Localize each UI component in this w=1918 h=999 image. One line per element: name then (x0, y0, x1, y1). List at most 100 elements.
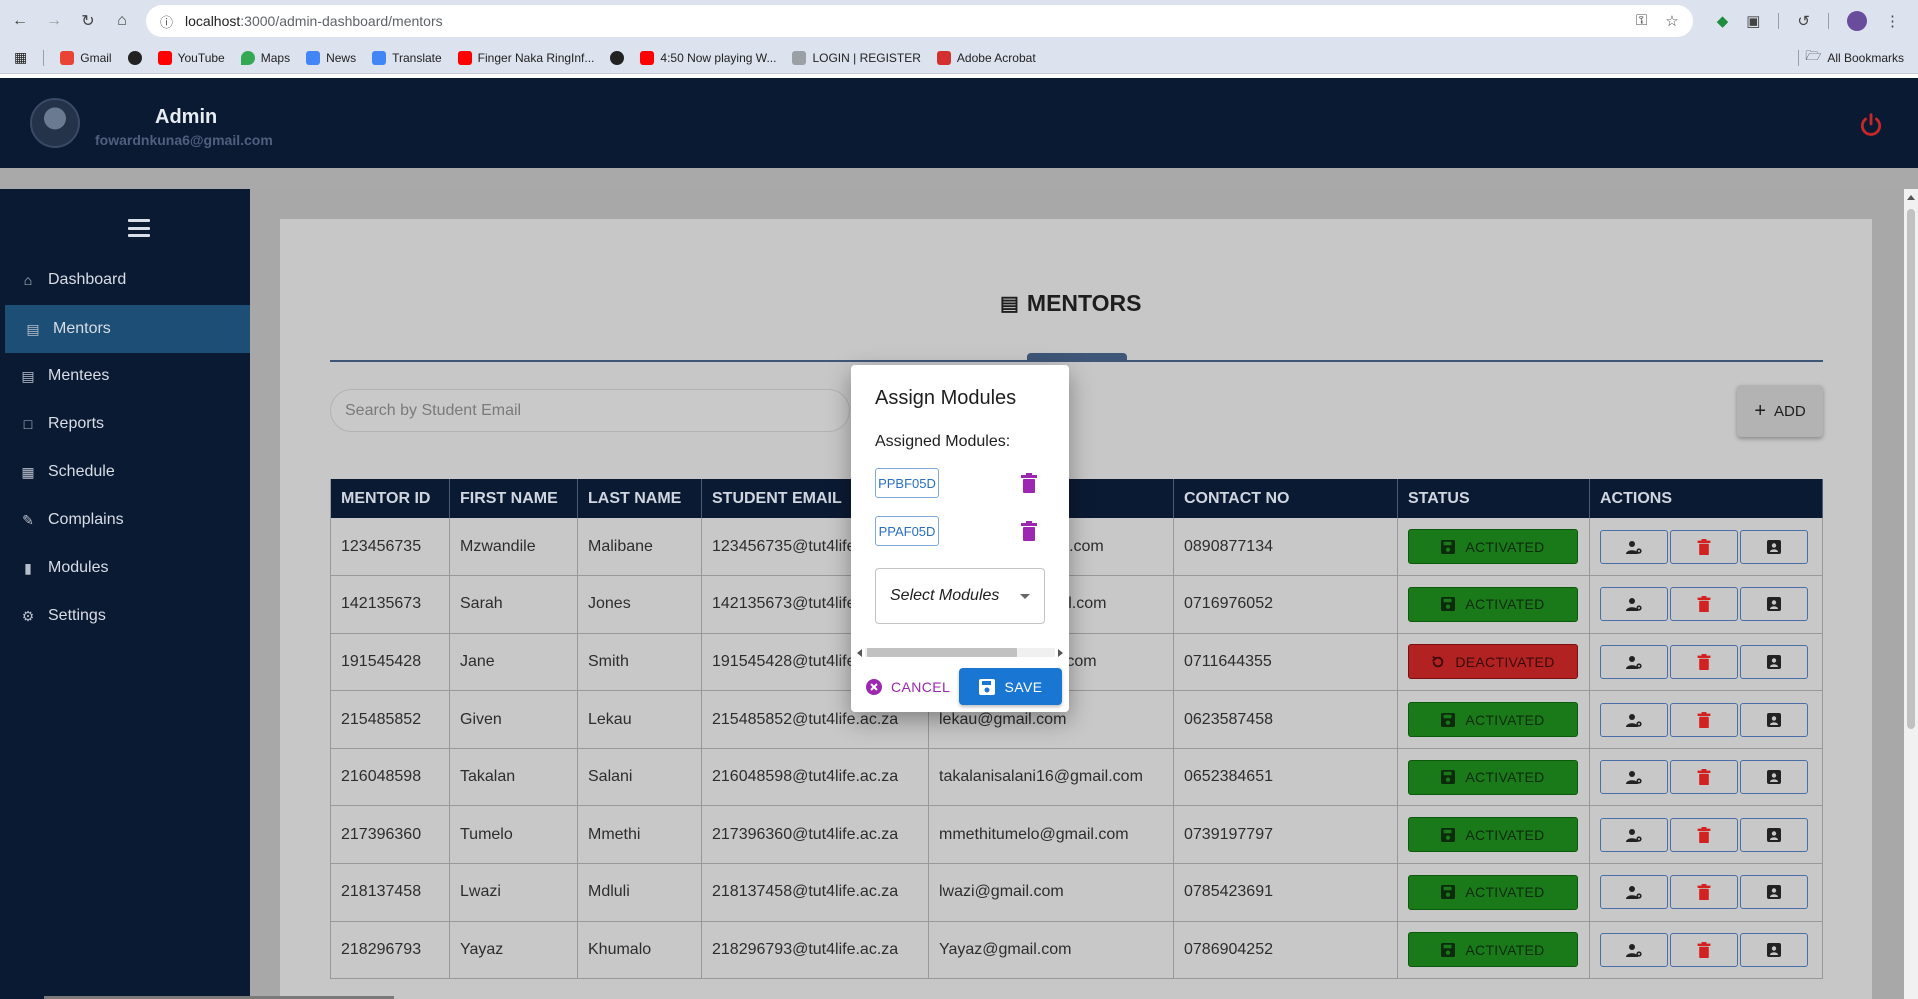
bookmark[interactable]: 4:50 Now playing W... (640, 50, 776, 65)
status-button[interactable]: ACTIVATED (1408, 874, 1578, 910)
assign-modules-button[interactable] (1600, 702, 1668, 737)
delete-button[interactable] (1670, 529, 1738, 564)
add-button[interactable]: + ADD (1737, 385, 1823, 437)
save-icon (1441, 712, 1456, 727)
assign-modules-button[interactable] (1600, 529, 1668, 564)
power-icon[interactable] (1858, 112, 1884, 138)
sidebar-item-reports[interactable]: □ Reports (0, 400, 250, 448)
horizontal-scrollbar[interactable] (855, 644, 1065, 660)
apps-icon[interactable]: ▦ (14, 49, 27, 66)
bookmark[interactable]: Finger Naka RingInf... (457, 50, 594, 65)
assign-modules-button[interactable] (1600, 644, 1668, 679)
site-info-icon[interactable]: ⓘ (160, 12, 173, 31)
column-header[interactable]: FIRST NAME (449, 479, 578, 518)
status-button[interactable]: ACTIVATED (1408, 932, 1578, 968)
reload-icon[interactable]: ↻ (78, 11, 98, 31)
assign-modules-button[interactable] (1600, 587, 1668, 622)
home-icon[interactable]: ⌂ (112, 11, 132, 31)
delete-button[interactable] (1670, 760, 1738, 795)
sidebar-item-schedule[interactable]: ▦ Schedule (0, 448, 250, 496)
search-input[interactable] (330, 389, 850, 432)
status-button[interactable]: ACTIVATED (1408, 586, 1578, 622)
view-profile-button[interactable] (1740, 760, 1808, 795)
module-chip[interactable]: PPBF05D (875, 468, 939, 498)
module-chip[interactable]: PPAF05D (875, 516, 939, 546)
assign-modules-button[interactable] (1600, 760, 1668, 795)
delete-button[interactable] (1670, 702, 1738, 737)
trash-icon[interactable] (1021, 473, 1037, 493)
key-icon[interactable]: ⚿ (1636, 12, 1647, 30)
bookmark[interactable]: News (306, 50, 356, 65)
view-profile-button[interactable] (1740, 587, 1808, 622)
column-header[interactable]: ACTIONS (1589, 479, 1823, 518)
sidebar-item-modules[interactable]: ▮ Modules (0, 544, 250, 592)
select-modules-dropdown[interactable]: Select Modules (875, 568, 1045, 624)
forward-icon[interactable]: → (44, 11, 64, 31)
youtube-icon (157, 50, 172, 65)
table-cell-student-email: 218137458@tut4life.ac.za (701, 863, 929, 922)
delete-button[interactable] (1670, 932, 1738, 967)
bookmark[interactable] (610, 50, 625, 65)
table-cell-last: Malibane (577, 518, 702, 577)
sidebar-item-complains[interactable]: ✎ Complains (0, 496, 250, 544)
column-header[interactable]: MENTOR ID (330, 479, 450, 518)
menu-icon[interactable]: ⋮ (1885, 12, 1900, 30)
scroll-right-icon[interactable] (1058, 649, 1063, 657)
hamburger-icon[interactable] (128, 219, 150, 237)
bookmark[interactable]: Gmail (60, 50, 112, 65)
assign-modules-button[interactable] (1600, 817, 1668, 852)
star-icon[interactable]: ☆ (1665, 12, 1678, 30)
status-button[interactable]: ACTIVATED (1408, 529, 1578, 565)
bookmark[interactable]: Translate (372, 50, 442, 65)
delete-button[interactable] (1670, 875, 1738, 910)
delete-button[interactable] (1670, 817, 1738, 852)
view-profile-button[interactable] (1740, 875, 1808, 910)
bookmark[interactable]: LOGIN | REGISTER (792, 50, 921, 65)
column-header[interactable]: LAST NAME (577, 479, 702, 518)
sidebar-item-settings[interactable]: ⚙ Settings (0, 592, 250, 640)
save-button[interactable]: SAVE (959, 668, 1062, 705)
status-button[interactable]: DEACTIVATED (1408, 644, 1578, 680)
view-profile-button[interactable] (1740, 644, 1808, 679)
bookmark[interactable]: Adobe Acrobat (936, 50, 1036, 65)
delete-button[interactable] (1670, 587, 1738, 622)
column-header[interactable]: CONTACT NO (1173, 479, 1398, 518)
bookmark[interactable]: Maps (240, 50, 290, 65)
shield-icon[interactable]: ◆ (1717, 12, 1729, 30)
view-profile-button[interactable] (1740, 932, 1808, 967)
assign-modules-button[interactable] (1600, 875, 1668, 910)
delete-button[interactable] (1670, 644, 1738, 679)
scroll-left-icon[interactable] (857, 649, 862, 657)
status-button[interactable]: ACTIVATED (1408, 702, 1578, 738)
title-divider (330, 360, 1823, 362)
sidebar-item-mentors[interactable]: ▤ Mentors (5, 305, 250, 353)
view-profile-button[interactable] (1740, 529, 1808, 564)
scroll-thumb[interactable] (867, 648, 1017, 657)
status-button[interactable]: ACTIVATED (1408, 759, 1578, 795)
history-icon[interactable]: ↺ (1797, 12, 1810, 30)
save-icon (1441, 942, 1456, 957)
assign-modules-button[interactable] (1600, 932, 1668, 967)
all-bookmarks[interactable]: 🗁 All Bookmarks (1798, 47, 1904, 69)
sidebar-item-dashboard[interactable]: ⌂ Dashboard (0, 256, 250, 304)
cancel-button[interactable]: CANCEL (859, 669, 956, 705)
back-icon[interactable]: ← (10, 11, 30, 31)
scroll-thumb[interactable] (1907, 209, 1915, 729)
column-header[interactable]: STATUS (1397, 479, 1590, 518)
bookmark[interactable] (127, 50, 142, 65)
view-profile-button[interactable] (1740, 817, 1808, 852)
scroll-up-icon[interactable] (1907, 195, 1915, 200)
view-profile-button[interactable] (1740, 702, 1808, 737)
status-button[interactable]: ACTIVATED (1408, 817, 1578, 853)
address-bar[interactable]: ⓘ localhost:3000/admin-dashboard/mentors… (146, 5, 1693, 37)
bookmark[interactable]: YouTube (157, 50, 225, 65)
id-badge-icon (1766, 942, 1782, 958)
status-label: ACTIVATED (1465, 884, 1545, 901)
sidebar-item-mentees[interactable]: ▤ Mentees (0, 352, 250, 400)
page-scrollbar[interactable] (1904, 189, 1918, 999)
avatar[interactable] (30, 98, 80, 148)
trash-icon[interactable] (1021, 521, 1037, 541)
extensions-icon[interactable]: ▣ (1746, 12, 1760, 30)
profile-avatar[interactable] (1847, 11, 1867, 31)
table-cell-email: takalanisalani16@gmail.com (928, 748, 1174, 807)
